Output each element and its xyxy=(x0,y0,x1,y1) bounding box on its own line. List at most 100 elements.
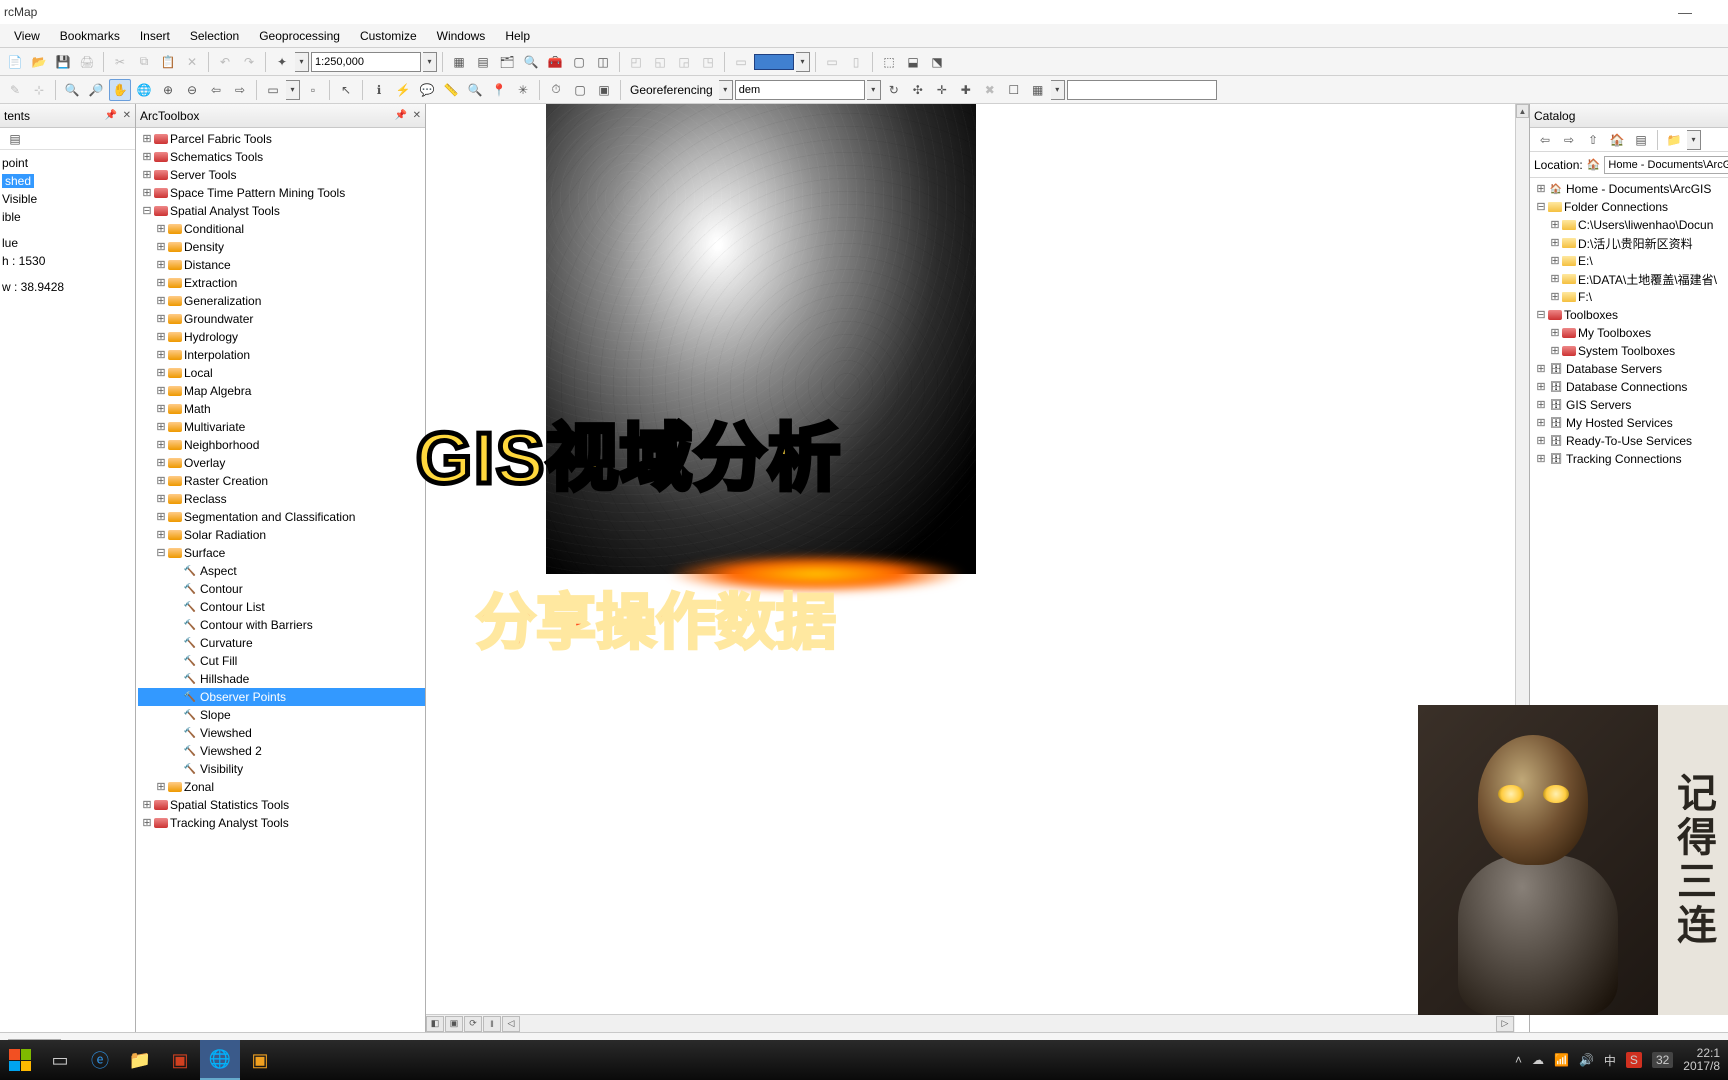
tree-node[interactable]: ⊞Ready-To-Use Services xyxy=(1532,432,1726,450)
georef-scale-icon[interactable]: ✛ xyxy=(931,79,953,101)
modelbuilder-icon[interactable]: ◫ xyxy=(592,51,614,73)
tree-node[interactable]: ⊞Tracking Analyst Tools xyxy=(138,814,425,832)
tree-node[interactable]: ⊞Map Algebra xyxy=(138,382,425,400)
tree-node[interactable]: ⊞Home - Documents\ArcGIS xyxy=(1532,180,1726,198)
arctoolbox-icon[interactable]: 🧰 xyxy=(544,51,566,73)
zoom-in-icon[interactable]: 🔍 xyxy=(61,79,83,101)
tree-node[interactable]: ⊞Generalization xyxy=(138,292,425,310)
tray-cloud-icon[interactable]: ☁ xyxy=(1532,1053,1544,1067)
save-icon[interactable]: 💾 xyxy=(52,51,74,73)
georef-table-dropdown[interactable]: ▾ xyxy=(1051,80,1065,100)
tree-node[interactable]: ⊞Segmentation and Classification xyxy=(138,508,425,526)
zoom-out-icon[interactable]: 🔎 xyxy=(85,79,107,101)
arcmap-task-icon[interactable]: 🌐 xyxy=(200,1040,240,1080)
tree-node[interactable]: ⊞Schematics Tools xyxy=(138,148,425,166)
tree-node[interactable]: ⊞Database Connections xyxy=(1532,378,1726,396)
tree-node[interactable]: ⊞Conditional xyxy=(138,220,425,238)
menu-geoprocessing[interactable]: Geoprocessing xyxy=(249,26,350,46)
scroll-right-icon[interactable]: ▷ xyxy=(1496,1016,1514,1032)
tree-node[interactable]: ⊞Spatial Statistics Tools xyxy=(138,796,425,814)
pin-icon[interactable]: 📌 xyxy=(105,110,117,121)
tray-sogou-icon[interactable]: S xyxy=(1626,1052,1642,1068)
copy-icon[interactable]: ⧉ xyxy=(133,51,155,73)
tree-node[interactable]: ⊞D:\活儿\贵阳新区资料 xyxy=(1532,234,1726,252)
tb-j-icon[interactable]: ⬔ xyxy=(926,51,948,73)
map-view[interactable]: GIS视域分析 分享操作数据 ▲ ▼ ◧ ▣ ⟳ ‖ ◁ ▷ xyxy=(426,104,1530,1032)
tree-node[interactable]: ⊞Solar Radiation xyxy=(138,526,425,544)
toc-layer-point[interactable]: point xyxy=(2,154,133,172)
tray-chevron-up-icon[interactable]: ˄ xyxy=(1515,1053,1522,1067)
tree-node[interactable]: Viewshed 2 xyxy=(138,742,425,760)
menu-bookmarks[interactable]: Bookmarks xyxy=(50,26,130,46)
home-icon[interactable]: 🏠 xyxy=(1606,129,1628,151)
tree-node[interactable]: ⊞My Hosted Services xyxy=(1532,414,1726,432)
tree-node[interactable]: Contour with Barriers xyxy=(138,616,425,634)
tree-node[interactable]: ⊟Folder Connections xyxy=(1532,198,1726,216)
tree-node[interactable]: ⊞Multivariate xyxy=(138,418,425,436)
tree-node[interactable]: ⊞E:\ xyxy=(1532,252,1726,270)
edit-vertices-icon[interactable]: ⊹ xyxy=(28,79,50,101)
scale-dropdown[interactable]: ▾ xyxy=(423,52,437,72)
tb-c-icon[interactable]: ◲ xyxy=(673,51,695,73)
tb-a-icon[interactable]: ◰ xyxy=(625,51,647,73)
fill-color-dropdown[interactable]: ▾ xyxy=(796,52,810,72)
python-window-icon[interactable]: ▢ xyxy=(568,51,590,73)
georef-del-point-icon[interactable]: ✖ xyxy=(979,79,1001,101)
georef-rotate-icon[interactable]: ↻ xyxy=(883,79,905,101)
full-extent-icon[interactable]: 🌐 xyxy=(133,79,155,101)
identify-icon[interactable]: ℹ xyxy=(368,79,390,101)
tb-d-icon[interactable]: ◳ xyxy=(697,51,719,73)
tb-h-icon[interactable]: ⬚ xyxy=(878,51,900,73)
tree-node[interactable]: Aspect xyxy=(138,562,425,580)
up-icon[interactable]: ⇧ xyxy=(1582,129,1604,151)
go-to-xy-icon[interactable]: ✳ xyxy=(512,79,534,101)
add-data-icon[interactable]: ✦ xyxy=(271,51,293,73)
cut-icon[interactable]: ✂ xyxy=(109,51,131,73)
scroll-up-icon[interactable]: ▲ xyxy=(1516,104,1529,118)
print-icon[interactable]: 🖨 xyxy=(76,51,98,73)
georef-link-table-icon[interactable]: ▦ xyxy=(1027,79,1049,101)
tree-node[interactable]: Slope xyxy=(138,706,425,724)
tb-i-icon[interactable]: ⬓ xyxy=(902,51,924,73)
tree-node[interactable]: ⊞System Toolboxes xyxy=(1532,342,1726,360)
menu-customize[interactable]: Customize xyxy=(350,26,427,46)
tree-node[interactable]: ⊟Spatial Analyst Tools xyxy=(138,202,425,220)
app-icon[interactable]: ▣ xyxy=(240,1040,280,1080)
tree-node[interactable]: ⊞Reclass xyxy=(138,490,425,508)
close-icon[interactable]: ✕ xyxy=(413,110,421,121)
redo-icon[interactable]: ↷ xyxy=(238,51,260,73)
next-extent-icon[interactable]: ⇨ xyxy=(229,79,251,101)
pause-drawing-icon[interactable]: ‖ xyxy=(483,1016,501,1032)
menu-windows[interactable]: Windows xyxy=(427,26,496,46)
select-elements-icon[interactable]: ↖ xyxy=(335,79,357,101)
new-icon[interactable]: 📄 xyxy=(4,51,26,73)
tree-node[interactable]: Contour xyxy=(138,580,425,598)
back-icon[interactable]: ⇦ xyxy=(1534,129,1556,151)
tree-node[interactable]: ⊞Distance xyxy=(138,256,425,274)
tree-node[interactable]: ⊞Math xyxy=(138,400,425,418)
powerpoint-icon[interactable]: ▣ xyxy=(160,1040,200,1080)
tree-node[interactable]: ⊞Density xyxy=(138,238,425,256)
menu-selection[interactable]: Selection xyxy=(180,26,249,46)
forward-icon[interactable]: ⇨ xyxy=(1558,129,1580,151)
tb-g-icon[interactable]: ▯ xyxy=(845,51,867,73)
tree-node[interactable]: ⊞Database Servers xyxy=(1532,360,1726,378)
explorer-icon[interactable]: 📁 xyxy=(120,1040,160,1080)
location-input[interactable] xyxy=(1604,156,1728,174)
georef-layer-input[interactable] xyxy=(735,80,865,100)
tree-node[interactable]: ⊟Surface xyxy=(138,544,425,562)
add-data-dropdown[interactable]: ▾ xyxy=(295,52,309,72)
system-tray[interactable]: ˄ ☁ 📶 🔊 中 S 32 22:12017/8 xyxy=(1507,1047,1728,1073)
tree-node[interactable]: Hillshade xyxy=(138,670,425,688)
edit-tool-icon[interactable]: ✎ xyxy=(4,79,26,101)
time-slider-icon[interactable]: ⏱ xyxy=(545,79,567,101)
select-features-icon[interactable]: ▭ xyxy=(262,79,284,101)
tree-node[interactable]: Viewshed xyxy=(138,724,425,742)
list-by-drawing-icon[interactable]: ▤ xyxy=(4,128,26,150)
tree-node[interactable]: ⊞Neighborhood xyxy=(138,436,425,454)
tray-volume-icon[interactable]: 🔊 xyxy=(1579,1053,1594,1067)
find-route-icon[interactable]: 📍 xyxy=(488,79,510,101)
minimize-icon[interactable]: — xyxy=(1678,4,1692,20)
tree-node[interactable]: Cut Fill xyxy=(138,652,425,670)
tree-node[interactable]: ⊞Extraction xyxy=(138,274,425,292)
